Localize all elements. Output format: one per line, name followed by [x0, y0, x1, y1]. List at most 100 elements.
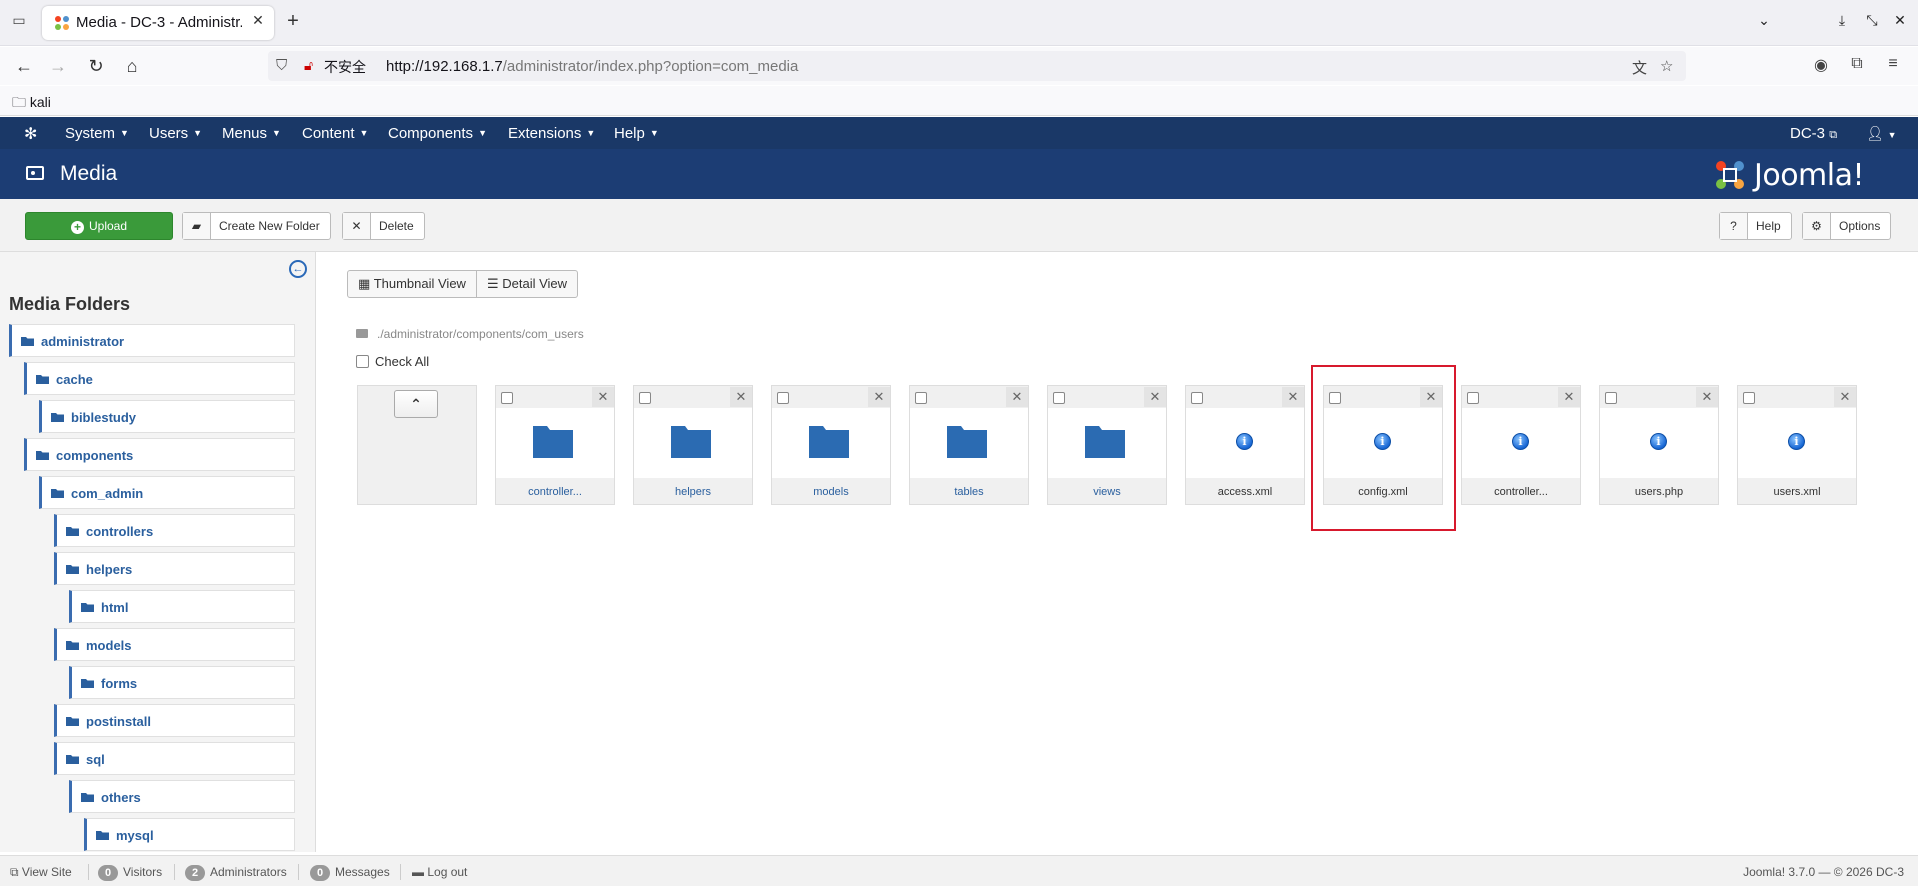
- view-site-link[interactable]: ⧉ View Site: [10, 865, 72, 880]
- insecure-lock-icon[interactable]: 🔓︎: [304, 57, 313, 74]
- check-all[interactable]: Check All: [356, 354, 429, 369]
- menu-menus[interactable]: Menus ▼: [222, 125, 281, 142]
- check-all-checkbox[interactable]: [356, 355, 369, 368]
- delete-tile-icon[interactable]: ✕: [592, 387, 614, 407]
- delete-tile-icon[interactable]: ✕: [1834, 387, 1856, 407]
- shield-icon[interactable]: ⛉: [276, 57, 287, 74]
- options-button[interactable]: ⚙ Options: [1802, 212, 1892, 240]
- site-link[interactable]: DC-3 ⧉: [1790, 125, 1837, 142]
- tile-checkbox[interactable]: [1743, 392, 1755, 404]
- file-tile[interactable]: ✕ i users.php: [1599, 385, 1719, 505]
- reload-icon[interactable]: ↻: [82, 53, 110, 79]
- administrators-status[interactable]: 2 Administrators: [185, 865, 287, 881]
- folder-tile[interactable]: ✕ models: [771, 385, 891, 505]
- delete-tile-icon[interactable]: ✕: [1006, 387, 1028, 407]
- forward-icon[interactable]: →: [44, 53, 72, 79]
- folder-tree-item[interactable]: com_admin: [39, 476, 295, 509]
- delete-tile-icon[interactable]: ✕: [1558, 387, 1580, 407]
- folder-tile[interactable]: ✕ controller...: [495, 385, 615, 505]
- tile-name[interactable]: controller...: [1462, 486, 1580, 498]
- tile-name[interactable]: controller...: [496, 486, 614, 498]
- browser-tab-media[interactable]: Media - DC-3 - Administr... ✕: [42, 6, 274, 40]
- folder-tree-item[interactable]: sql: [54, 742, 295, 775]
- folder-tile[interactable]: ✕ tables: [909, 385, 1029, 505]
- folder-tree-item[interactable]: models: [54, 628, 295, 661]
- delete-tile-icon[interactable]: ✕: [1144, 387, 1166, 407]
- extensions-icon[interactable]: ⧉: [1846, 55, 1868, 73]
- help-button[interactable]: ? Help: [1719, 212, 1792, 240]
- menu-content[interactable]: Content ▼: [302, 125, 368, 142]
- new-tab-icon[interactable]: +: [280, 10, 306, 36]
- menu-icon[interactable]: ≡: [1882, 55, 1904, 73]
- delete-tile-icon[interactable]: ✕: [1696, 387, 1718, 407]
- folder-tile[interactable]: ✕ views: [1047, 385, 1167, 505]
- menu-components[interactable]: Components ▼: [388, 125, 487, 142]
- window-close-icon[interactable]: ✕: [1888, 12, 1912, 34]
- tile-checkbox[interactable]: [777, 392, 789, 404]
- folder-tree-item[interactable]: controllers: [54, 514, 295, 547]
- joomla-logo-icon[interactable]: ✻: [24, 124, 37, 144]
- visitors-status[interactable]: 0 Visitors: [98, 865, 162, 881]
- tile-checkbox[interactable]: [1605, 392, 1617, 404]
- detail-view-button[interactable]: ☰ Detail View: [475, 271, 577, 297]
- folder-tree-item[interactable]: mysql: [84, 818, 295, 851]
- tile-checkbox[interactable]: [639, 392, 651, 404]
- back-icon[interactable]: ←: [10, 53, 38, 79]
- account-icon[interactable]: ◉: [1810, 55, 1832, 75]
- upload-button[interactable]: + Upload: [25, 212, 173, 240]
- folder-tree-item[interactable]: cache: [24, 362, 295, 395]
- tile-checkbox[interactable]: [915, 392, 927, 404]
- folder-tree-item[interactable]: administrator: [9, 324, 295, 357]
- menu-extensions[interactable]: Extensions ▼: [508, 125, 595, 142]
- logout-link[interactable]: ▬ Log out: [412, 865, 467, 879]
- user-menu[interactable]: 👤︎ ▼: [1866, 125, 1897, 142]
- thumbnail-view-button[interactable]: ▦ Thumbnail View: [348, 271, 476, 297]
- minimize-icon[interactable]: ⤓: [1830, 12, 1854, 34]
- tile-name[interactable]: users.xml: [1738, 486, 1856, 498]
- tile-checkbox[interactable]: [1053, 392, 1065, 404]
- translate-icon[interactable]: 文: [1632, 57, 1647, 78]
- folder-tree-item[interactable]: components: [24, 438, 295, 471]
- tile-name[interactable]: tables: [910, 486, 1028, 498]
- tile-name[interactable]: helpers: [634, 486, 752, 498]
- tile-checkbox[interactable]: [501, 392, 513, 404]
- delete-tile-icon[interactable]: ✕: [730, 387, 752, 407]
- tile-name[interactable]: users.php: [1600, 486, 1718, 498]
- delete-button[interactable]: ✕ Delete: [342, 212, 425, 240]
- file-tile[interactable]: ✕ i access.xml: [1185, 385, 1305, 505]
- collapse-sidebar-icon[interactable]: ←: [289, 260, 307, 278]
- create-folder-button[interactable]: ▰ Create New Folder: [182, 212, 331, 240]
- tile-name[interactable]: access.xml: [1186, 486, 1304, 498]
- folder-tree-item[interactable]: html: [69, 590, 295, 623]
- menu-system[interactable]: System ▼: [65, 125, 129, 142]
- insecure-label[interactable]: 不安全: [324, 57, 366, 77]
- home-icon[interactable]: ⌂: [118, 53, 146, 79]
- file-tile[interactable]: ✕ i controller...: [1461, 385, 1581, 505]
- bookmark-star-icon[interactable]: ☆: [1660, 57, 1673, 75]
- url-text[interactable]: http://192.168.1.7/administrator/index.p…: [386, 58, 798, 75]
- tab-close-icon[interactable]: ✕: [248, 12, 268, 32]
- restore-icon[interactable]: ⤡: [1860, 12, 1884, 34]
- delete-tile-icon[interactable]: ✕: [1282, 387, 1304, 407]
- tile-checkbox[interactable]: [1467, 392, 1479, 404]
- tile-checkbox[interactable]: [1191, 392, 1203, 404]
- menu-users[interactable]: Users ▼: [149, 125, 202, 142]
- folder-tree-item[interactable]: biblestudy: [39, 400, 295, 433]
- folder-tree-item[interactable]: others: [69, 780, 295, 813]
- menu-help[interactable]: Help ▼: [614, 125, 659, 142]
- tab-overflow-chevron-icon[interactable]: ⌄: [1752, 12, 1776, 34]
- tab-list-icon[interactable]: ▭: [6, 12, 32, 34]
- tile-name[interactable]: views: [1048, 486, 1166, 498]
- folder-up-tile[interactable]: ⌃: [357, 385, 477, 505]
- delete-tile-icon[interactable]: ✕: [868, 387, 890, 407]
- tile-name[interactable]: models: [772, 486, 890, 498]
- folder-tree-item[interactable]: forms: [69, 666, 295, 699]
- url-bar[interactable]: ⛉ 🔓︎ 不安全 http://192.168.1.7/administrato…: [268, 51, 1686, 81]
- messages-status[interactable]: 0 Messages: [310, 865, 390, 881]
- file-tile[interactable]: ✕ i users.xml: [1737, 385, 1857, 505]
- folder-up-icon[interactable]: ⌃: [394, 390, 438, 418]
- folder-tile[interactable]: ✕ helpers: [633, 385, 753, 505]
- folder-tree-item[interactable]: helpers: [54, 552, 295, 585]
- bookmark-folder-kali[interactable]: 🗀︎ kali: [12, 92, 51, 116]
- folder-tree-item[interactable]: postinstall: [54, 704, 295, 737]
